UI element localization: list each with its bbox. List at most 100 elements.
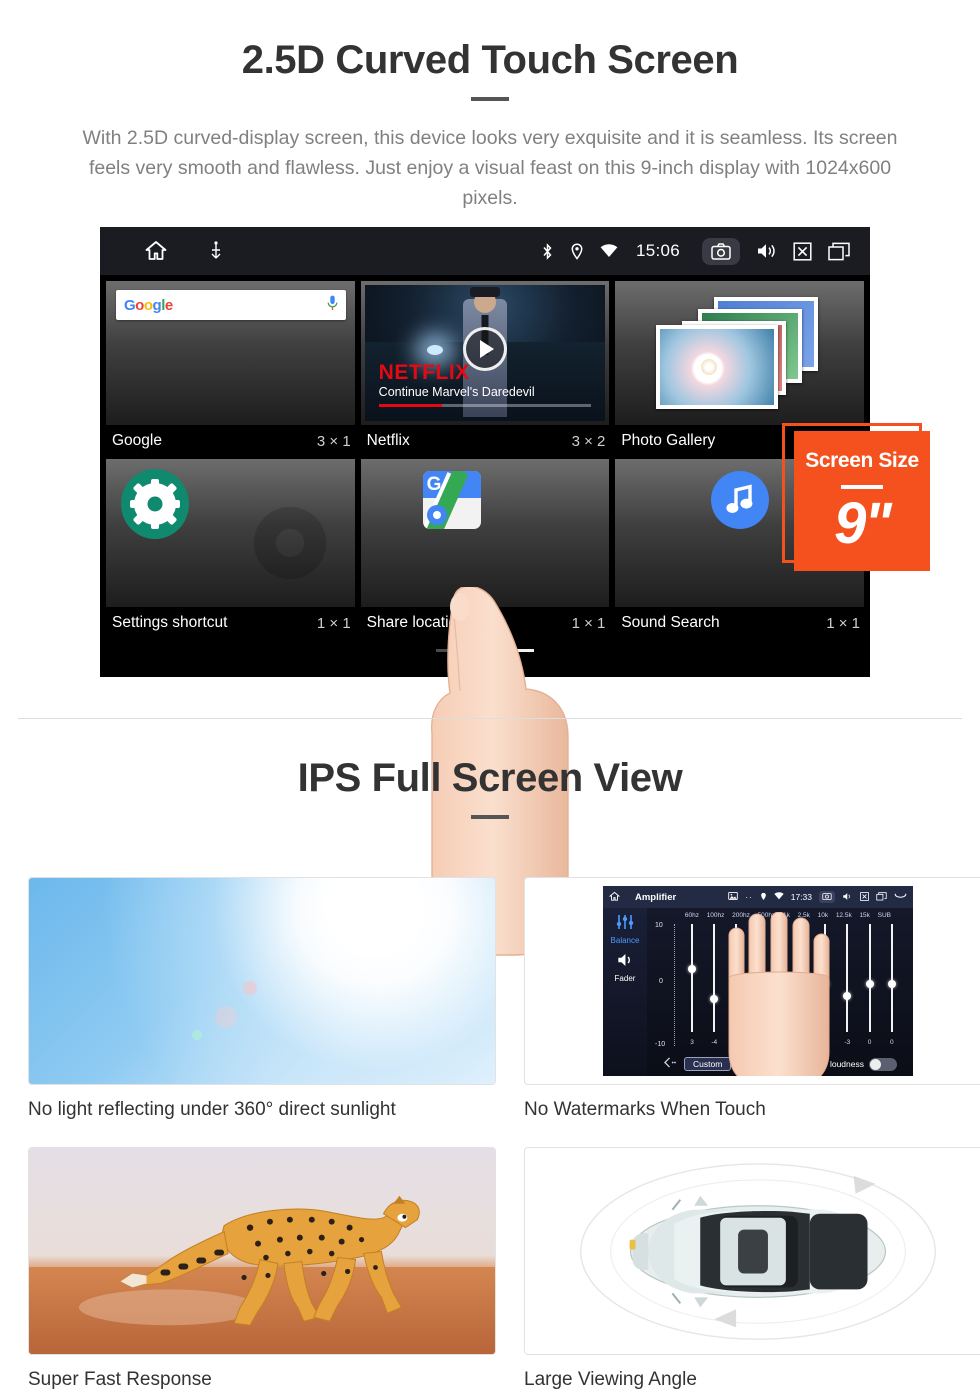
widget-settings-preview bbox=[106, 459, 355, 607]
screen-size-badge-value: 9" bbox=[834, 491, 892, 556]
wifi-icon bbox=[774, 892, 784, 902]
screen-size-badge-label: Screen Size bbox=[805, 449, 919, 472]
music-note-icon bbox=[710, 471, 769, 529]
sidebar-item-balance[interactable]: Balance bbox=[603, 936, 647, 945]
page-dot-active[interactable] bbox=[508, 649, 534, 652]
fader-icon[interactable] bbox=[603, 952, 647, 973]
running-cheetah-photo bbox=[28, 1147, 496, 1355]
equalizer-band[interactable]: 0 bbox=[887, 924, 897, 1046]
equalizer-band[interactable]: -3 bbox=[842, 924, 852, 1046]
recent-apps-icon[interactable] bbox=[876, 891, 887, 903]
volume-icon[interactable] bbox=[756, 242, 777, 260]
widget-google[interactable]: Google Google 3 × 1 bbox=[106, 281, 355, 459]
back-arrow-icon[interactable] bbox=[663, 1055, 676, 1073]
section-ips-full-screen: IPS Full Screen View No light reflecting… bbox=[0, 756, 980, 1391]
widget-settings-shortcut[interactable]: Settings shortcut 1 × 1 bbox=[106, 459, 355, 641]
widget-name: Sound Search bbox=[621, 614, 720, 631]
widget-netflix-preview: NETFLIX Continue Marvel's Daredevil bbox=[360, 281, 610, 425]
google-maps-icon: G bbox=[422, 471, 481, 529]
section-curved-screen: 2.5D Curved Touch Screen With 2.5D curve… bbox=[0, 0, 980, 213]
band-freq: 15k bbox=[859, 912, 870, 919]
equalizer-scale: 10 0 -10 bbox=[655, 922, 679, 1048]
status-bar: 15:06 bbox=[100, 227, 870, 275]
equalizer-band[interactable]: 3 bbox=[687, 924, 697, 1046]
settings-gear-icon bbox=[120, 469, 190, 544]
bluetooth-icon bbox=[541, 242, 554, 260]
close-icon[interactable] bbox=[860, 891, 869, 903]
feature-card-caption: Super Fast Response bbox=[28, 1369, 212, 1390]
widget-grid: Google Google 3 × 1 NETFLIX Continue Mar… bbox=[100, 275, 870, 641]
recent-apps-icon[interactable] bbox=[828, 242, 850, 261]
widget-size: 3 × 1 bbox=[316, 432, 351, 450]
settings-gear-watermark-icon bbox=[235, 488, 345, 603]
touching-hand-overlay bbox=[728, 912, 830, 1076]
widget-caption: Share location 1 × 1 bbox=[360, 607, 610, 641]
usb-icon bbox=[208, 241, 224, 261]
widget-netflix[interactable]: NETFLIX Continue Marvel's Daredevil Netf… bbox=[360, 281, 610, 459]
page-dot[interactable] bbox=[436, 649, 462, 652]
widget-caption: Settings shortcut 1 × 1 bbox=[106, 607, 355, 641]
widget-size: 1 × 1 bbox=[571, 614, 606, 632]
device-screen-wrapper: Screen Size 9" 15:06 Google Google 3 × 1… bbox=[0, 227, 980, 956]
balance-icon[interactable] bbox=[603, 914, 647, 935]
amplifier-side-tabs: Balance Fader bbox=[603, 908, 647, 1076]
status-bar-clock: 15:06 bbox=[635, 241, 680, 260]
gallery-icon[interactable] bbox=[728, 892, 739, 902]
microphone-icon[interactable] bbox=[327, 295, 338, 316]
sidebar-item-fader[interactable]: Fader bbox=[603, 974, 647, 983]
widget-size: 1 × 1 bbox=[316, 614, 351, 632]
home-icon[interactable] bbox=[608, 891, 621, 904]
widget-share-location-preview: G bbox=[360, 459, 610, 607]
widget-name: Google bbox=[112, 432, 162, 449]
band-freq: 60hz bbox=[684, 912, 699, 919]
feature-card-sunlight: No light reflecting under 360° direct su… bbox=[28, 877, 496, 1121]
equalizer-band[interactable]: 0 bbox=[865, 924, 875, 1046]
volume-icon[interactable] bbox=[842, 892, 853, 903]
close-icon[interactable] bbox=[793, 241, 812, 261]
widget-caption: Google 3 × 1 bbox=[106, 425, 355, 459]
section2-title-underline bbox=[471, 815, 509, 819]
widget-share-location[interactable]: G Share location 1 × 1 bbox=[360, 459, 610, 641]
widget-photo-gallery-preview bbox=[615, 281, 865, 425]
netflix-headlight-glow bbox=[427, 344, 444, 355]
feature-card-viewing-angle: Large Viewing Angle bbox=[524, 1147, 980, 1391]
product-feature-page: 2.5D Curved Touch Screen With 2.5D curve… bbox=[0, 0, 980, 1394]
widget-row-2: Settings shortcut 1 × 1 G Share location… bbox=[106, 459, 865, 641]
amplifier-clock: 17:33 bbox=[790, 892, 812, 902]
netflix-progress-bar bbox=[378, 404, 592, 407]
feature-card-caption: No Watermarks When Touch bbox=[524, 1099, 766, 1120]
scale-mid: 0 bbox=[659, 977, 663, 985]
equalizer-band[interactable]: -4 bbox=[709, 924, 719, 1046]
title-underline bbox=[471, 97, 509, 101]
band-value: 0 bbox=[889, 1039, 894, 1046]
camera-icon[interactable] bbox=[702, 237, 740, 265]
google-logo: Google bbox=[124, 296, 173, 314]
wifi-icon bbox=[600, 244, 618, 258]
netflix-subtitle: Continue Marvel's Daredevil bbox=[378, 385, 535, 399]
feature-card-cheetah: Super Fast Response bbox=[28, 1147, 496, 1391]
feature-card-amplifier: Amplifier ·· 17:33 Balance Fader 60hz 10… bbox=[524, 877, 980, 1121]
loudness-toggle[interactable] bbox=[869, 1057, 897, 1071]
amplifier-title: Amplifier bbox=[635, 891, 677, 903]
location-icon bbox=[570, 242, 584, 260]
google-search-bar[interactable]: Google bbox=[116, 290, 346, 320]
widget-name: Share location bbox=[366, 614, 466, 631]
page-dot[interactable] bbox=[472, 649, 498, 652]
scale-top: 10 bbox=[655, 922, 663, 929]
camera-icon[interactable] bbox=[819, 891, 835, 903]
widget-caption: Netflix 3 × 2 bbox=[360, 425, 610, 459]
page-indicator bbox=[100, 641, 870, 669]
car-top-view-illustration bbox=[524, 1147, 980, 1355]
band-value: -4 bbox=[711, 1039, 718, 1046]
cheetah-illustration bbox=[78, 1195, 420, 1326]
more-icon[interactable]: ·· bbox=[745, 893, 752, 902]
section-description: With 2.5D curved-display screen, this de… bbox=[82, 127, 898, 209]
home-icon[interactable] bbox=[144, 239, 168, 263]
screen-size-badge: Screen Size 9" bbox=[794, 431, 930, 571]
back-icon[interactable] bbox=[894, 892, 907, 903]
band-freq: SUB bbox=[877, 912, 892, 919]
photo-stack-icon bbox=[655, 297, 824, 409]
page-title: 2.5D Curved Touch Screen bbox=[241, 38, 739, 82]
scale-bottom: -10 bbox=[655, 1041, 666, 1048]
feature-card-grid: No light reflecting under 360° direct su… bbox=[28, 877, 980, 1391]
